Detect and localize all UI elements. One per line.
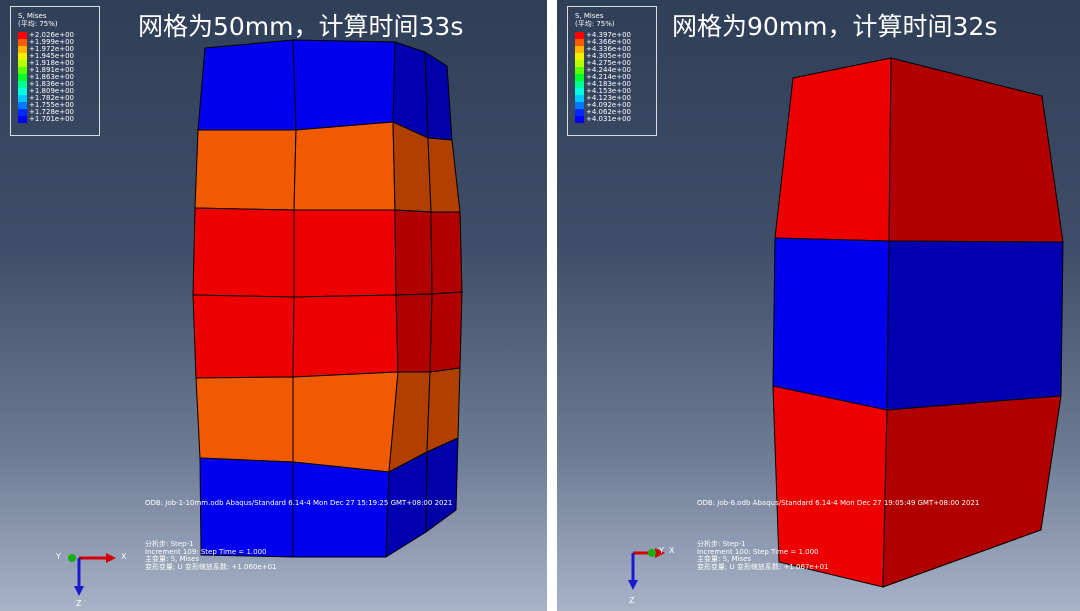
legend-row: +4.031e+00 (575, 115, 655, 123)
legend-swatch (575, 53, 584, 60)
legend-swatch (18, 102, 27, 109)
legend-subtitle: (平均: 75%) (575, 20, 615, 28)
legend-title: S, Mises (575, 12, 604, 20)
legend-panel: S, Mises (平均: 75%) +4.397e+00 +4.366e+00… (567, 6, 657, 136)
legend-swatch (18, 81, 27, 88)
legend-swatch (18, 74, 27, 81)
legend-swatch (575, 67, 584, 74)
legend-swatch (575, 81, 584, 88)
legend-swatch (575, 88, 584, 95)
legend-swatch (18, 95, 27, 102)
odb-info: ODB: Job-6.odb Abaqus/Standard 6.14-4 Mo… (697, 499, 980, 507)
mesh-headline: 网格为90mm，计算时间32s (672, 12, 998, 41)
legend-swatch (18, 46, 27, 53)
legend-swatch (18, 116, 27, 123)
legend-row: +1.701e+00 (18, 115, 98, 123)
axis-z-label: Z (629, 596, 635, 605)
axis-y-label: Y (659, 546, 664, 555)
viewport-right[interactable]: S, Mises (平均: 75%) +4.397e+00 +4.366e+00… (557, 0, 1080, 611)
legend-swatch (575, 60, 584, 67)
legend-swatch (18, 39, 27, 46)
legend-swatch (575, 32, 584, 39)
axis-x-label: X (121, 552, 127, 561)
axis-y-label: Y (56, 552, 61, 561)
legend-swatch (575, 95, 584, 102)
legend-swatch (18, 109, 27, 116)
mesh-headline: 网格为50mm，计算时间33s (138, 12, 464, 41)
step-line: 变形变量: U 变形缩放系数: +1.060e+01 (145, 562, 277, 571)
legend-swatch (18, 88, 27, 95)
viewport-left[interactable]: S, Mises (平均: 75%) +2.026e+00 +1.999e+00… (0, 0, 547, 611)
legend-swatch (575, 109, 584, 116)
legend-swatch (575, 102, 584, 109)
axis-z-label: Z (76, 599, 82, 608)
axis-x-label: X (669, 546, 675, 555)
legend-value: +4.031e+00 (586, 115, 631, 123)
step-info: 分析步: Step-1 Increment 109: Step Time = 1… (145, 540, 277, 571)
legend-swatch (18, 67, 27, 74)
legend-swatch (18, 32, 27, 39)
legend-swatch (575, 39, 584, 46)
legend-title: S, Mises (18, 12, 47, 20)
legend-subtitle: (平均: 75%) (18, 20, 58, 28)
legend-swatch (575, 46, 584, 53)
legend-swatch (575, 74, 584, 81)
step-info: 分析步: Step-1 Increment 100: Step Time = 1… (697, 540, 829, 571)
odb-info: ODB: Job-1-10mm.odb Abaqus/Standard 6.14… (145, 499, 453, 507)
step-line: 变形变量: U 变形缩放系数: +1.067e+01 (697, 562, 829, 571)
legend-swatch (18, 53, 27, 60)
legend-panel: S, Mises (平均: 75%) +2.026e+00 +1.999e+00… (10, 6, 100, 136)
legend-swatch (575, 116, 584, 123)
legend-value: +1.701e+00 (29, 115, 74, 123)
legend-swatch (18, 60, 27, 67)
